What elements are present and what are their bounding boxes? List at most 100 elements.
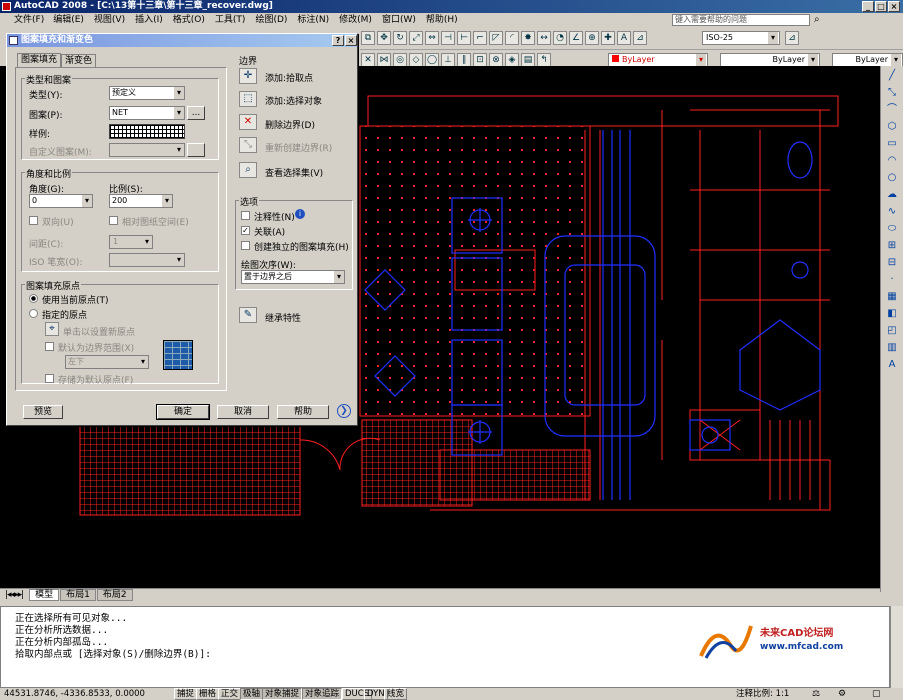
cancel-button[interactable]: 取消 xyxy=(217,405,269,419)
osnap-center-icon[interactable]: ◎ xyxy=(393,53,407,67)
explode-icon[interactable]: ✸ xyxy=(521,31,535,45)
double-checkbox[interactable] xyxy=(29,216,38,225)
trim-icon[interactable]: ⊣ xyxy=(441,31,455,45)
otrack-toggle[interactable]: 对象追踪 xyxy=(302,688,343,700)
menu-edit[interactable]: 编辑(E) xyxy=(48,15,89,25)
add-pick-points-button[interactable]: 添加:拾取点 xyxy=(265,71,313,84)
break-icon[interactable]: ⌐ xyxy=(473,31,487,45)
construction-line-icon[interactable]: ⤡ xyxy=(884,86,900,100)
draw-order-select[interactable]: 置于边界之后 xyxy=(241,270,345,284)
view-selection-icon[interactable]: ⌕ xyxy=(239,162,257,178)
more-options-icon[interactable]: ❯ xyxy=(337,404,351,418)
scale-icon[interactable]: ⤢ xyxy=(409,31,423,45)
chamfer-icon[interactable]: ◸ xyxy=(489,31,503,45)
polar-toggle[interactable]: 极轴 xyxy=(240,688,264,700)
copy-icon[interactable]: ⧉ xyxy=(361,31,375,45)
default-boundary-checkbox[interactable] xyxy=(45,342,54,351)
menu-tools[interactable]: 工具(T) xyxy=(210,15,251,25)
tab-layout1[interactable]: 布局1 xyxy=(60,589,96,601)
workspace-icon[interactable]: ⚙ xyxy=(838,688,846,700)
menu-view[interactable]: 视图(V) xyxy=(89,15,130,25)
annotative-checkbox[interactable] xyxy=(241,211,250,220)
ellipse-icon[interactable]: ⬭ xyxy=(884,222,900,236)
menu-help[interactable]: 帮助(H) xyxy=(421,15,463,25)
scale-select[interactable]: 200 xyxy=(109,194,173,208)
tab-hatch[interactable]: 图案填充 xyxy=(17,53,62,68)
pattern-sample-swatch[interactable] xyxy=(109,124,185,139)
dimstyle-select[interactable]: ISO-25 xyxy=(702,31,780,45)
layer-state-icon[interactable]: ◈ xyxy=(505,53,519,67)
hatch-icon[interactable]: ▦ xyxy=(884,290,900,304)
info-icon[interactable]: i xyxy=(295,209,305,219)
pattern-select[interactable]: NET xyxy=(109,106,185,120)
minimize-button[interactable]: _ xyxy=(862,1,874,12)
annotation-visibility-icon[interactable]: ⚖ xyxy=(812,688,820,700)
rectangle-icon[interactable]: ▭ xyxy=(884,137,900,151)
inherit-properties-icon[interactable]: ✎ xyxy=(239,307,257,323)
tab-gradient[interactable]: 渐变色 xyxy=(61,54,97,68)
type-select[interactable]: 预定义 xyxy=(109,86,185,100)
osnap-toggle[interactable]: 对象捕捉 xyxy=(262,688,303,700)
ortho-toggle[interactable]: 正交 xyxy=(218,688,242,700)
set-origin-icon[interactable]: ⌖ xyxy=(45,322,59,336)
osnap-endpoint-icon[interactable]: ✕ xyxy=(361,53,375,67)
tab-layout2[interactable]: 布局2 xyxy=(96,589,133,601)
mtext-icon[interactable]: A xyxy=(884,358,900,372)
inherit-properties-button[interactable]: 继承特性 xyxy=(265,311,301,324)
lineweight-select[interactable]: ByLayer xyxy=(832,53,903,67)
osnap-perpendicular-icon[interactable]: ⊥ xyxy=(441,53,455,67)
clean-screen-icon[interactable]: ▢ xyxy=(872,688,881,700)
tab-nav-arrows[interactable]: |◂◂▸▸| xyxy=(0,590,28,602)
menu-modify[interactable]: 修改(M) xyxy=(334,15,377,25)
command-scrollbar[interactable] xyxy=(890,606,903,688)
ok-button[interactable]: 确定 xyxy=(156,404,210,420)
stretch-icon[interactable]: ⇔ xyxy=(425,31,439,45)
color-select[interactable]: ByLayer xyxy=(608,53,708,67)
select-objects-icon[interactable]: ⬚ xyxy=(239,91,257,107)
angle-select[interactable]: 0 xyxy=(29,194,93,208)
help-button[interactable]: 帮助 xyxy=(277,405,329,419)
center-mark-icon[interactable]: ✚ xyxy=(601,31,615,45)
preview-button[interactable]: 预览 xyxy=(23,405,63,419)
store-default-origin-checkbox[interactable] xyxy=(45,374,54,383)
osnap-midpoint-icon[interactable]: ⋈ xyxy=(377,53,391,67)
line-icon[interactable]: ╱ xyxy=(884,69,900,83)
menu-dimension[interactable]: 标注(N) xyxy=(292,15,334,25)
remove-boundary-icon[interactable]: ✕ xyxy=(239,114,257,130)
tolerance-icon[interactable]: ⊕ xyxy=(585,31,599,45)
search-icon[interactable]: ⌕ xyxy=(814,14,820,25)
view-selection-button[interactable]: 查看选择集(V) xyxy=(265,166,323,179)
menu-format[interactable]: 格式(O) xyxy=(168,15,210,25)
osnap-parallel-icon[interactable]: ∥ xyxy=(457,53,471,67)
text-icon[interactable]: A xyxy=(617,31,631,45)
osnap-node-icon[interactable]: ⊗ xyxy=(489,53,503,67)
relative-paperspace-checkbox[interactable] xyxy=(109,216,118,225)
dimstyle-manager-icon[interactable]: ⊿ xyxy=(785,31,799,45)
lineweight-toggle[interactable]: 线宽 xyxy=(384,688,408,700)
dimension-icon[interactable]: ↔ xyxy=(537,31,551,45)
arc-icon[interactable]: ◠ xyxy=(884,154,900,168)
radius-icon[interactable]: ◔ xyxy=(553,31,567,45)
move-icon[interactable]: ✥ xyxy=(377,31,391,45)
circle-icon[interactable]: ○ xyxy=(884,171,900,185)
annotation-scale[interactable]: 注释比例: 1:1 xyxy=(736,688,789,700)
maximize-button[interactable]: □ xyxy=(875,1,887,12)
help-search-input[interactable]: 键入需要帮助的问题 xyxy=(672,14,810,26)
osnap-quadrant-icon[interactable]: ◇ xyxy=(409,53,423,67)
autocad-app-icon[interactable] xyxy=(2,2,11,11)
table-icon[interactable]: ▥ xyxy=(884,341,900,355)
pick-points-icon[interactable]: ✛ xyxy=(239,68,257,84)
independent-hatch-checkbox[interactable] xyxy=(241,241,250,250)
point-icon[interactable]: · xyxy=(884,273,900,287)
use-current-origin-radio[interactable] xyxy=(29,294,38,303)
linetype-select[interactable]: ByLayer xyxy=(720,53,820,67)
add-select-objects-button[interactable]: 添加:选择对象 xyxy=(265,94,322,107)
dialog-close-button[interactable]: × xyxy=(345,35,357,46)
region-icon[interactable]: ◰ xyxy=(884,324,900,338)
menu-draw[interactable]: 绘图(D) xyxy=(250,15,292,25)
remove-boundary-button[interactable]: 删除边界(D) xyxy=(265,118,315,131)
polyline-icon[interactable]: ⌒ xyxy=(884,103,900,117)
rotate-icon[interactable]: ↻ xyxy=(393,31,407,45)
menu-window[interactable]: 窗口(W) xyxy=(377,15,421,25)
revcloud-icon[interactable]: ☁ xyxy=(884,188,900,202)
